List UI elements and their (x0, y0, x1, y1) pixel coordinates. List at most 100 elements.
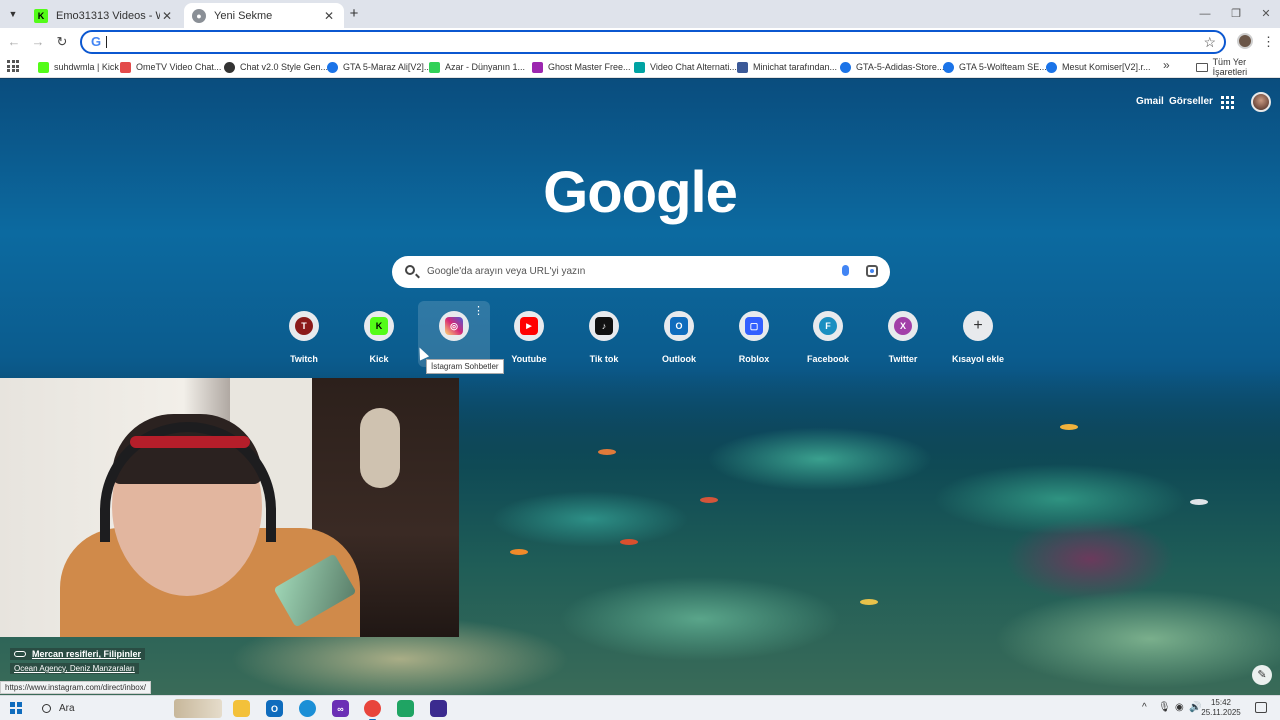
credit-title-row[interactable]: Mercan resifleri, Filipinler (10, 648, 146, 660)
link-icon (14, 651, 26, 657)
shortcut-icon-bg: T (289, 311, 319, 341)
gmail-link[interactable]: Gmail (1136, 96, 1164, 107)
shortcut-label: Kick (369, 354, 389, 364)
bookmark-item[interactable]: Mesut Komiser[V2].r... (1046, 59, 1151, 75)
profile-avatar-icon[interactable] (1237, 33, 1253, 49)
taskbar-clock[interactable]: 15:42 25.11.2025 (1200, 698, 1242, 718)
all-bookmarks-folder[interactable]: Tüm Yer İşaretleri (1196, 57, 1280, 77)
bookmark-item[interactable]: suhdwmla | Kick (38, 59, 119, 75)
restore-icon[interactable]: ❐ (1227, 5, 1245, 23)
tiktok-icon: ♪ (595, 317, 613, 335)
google-lens-icon[interactable] (866, 265, 878, 277)
shortcut-instagram[interactable]: ◎ ⋮ (418, 301, 490, 367)
bookmark-item[interactable]: Ghost Master Free... (532, 59, 631, 75)
shortcut-tiktok[interactable]: ♪ Tik tok (568, 301, 640, 367)
android-app-icon[interactable] (397, 700, 414, 717)
widgets-button[interactable] (174, 699, 222, 718)
shortcut-twitter[interactable]: X Twitter (867, 301, 939, 367)
bookmark-item[interactable]: Chat v2.0 Style Gen... (224, 59, 328, 75)
edge-icon[interactable] (299, 700, 316, 717)
tab-search-chevron-icon[interactable]: ▼ (4, 5, 22, 23)
chrome-icon: ● (192, 8, 206, 23)
tab-new-tab[interactable]: ● Yeni Sekme ✕ (184, 3, 344, 28)
chrome-icon[interactable] (364, 700, 381, 720)
shortcut-label: Roblox (738, 354, 770, 364)
globe-icon (224, 61, 235, 73)
video-icon (634, 61, 645, 73)
ometv-icon (120, 61, 131, 73)
bookmark-item[interactable]: GTA-5-Adidas-Store... (840, 59, 944, 75)
shortcut-more-icon[interactable]: ⋮ (473, 306, 484, 317)
headset-band (130, 436, 250, 448)
back-icon[interactable]: ← (5, 33, 23, 51)
network-icon[interactable]: ◉ (1175, 702, 1184, 714)
edge-icon (840, 61, 851, 73)
shortcut-label: Outlook (662, 354, 696, 364)
microphone-icon[interactable] (842, 265, 849, 276)
bookmarks-overflow-icon[interactable]: » (1163, 58, 1170, 72)
shortcut-label: Twitter (888, 354, 918, 364)
bookmark-item[interactable]: Video Chat Alternati... (634, 59, 737, 75)
bookmark-item[interactable]: Minichat tarafından... (737, 59, 837, 75)
shortcut-twitch[interactable]: T Twitch (268, 301, 340, 367)
menu-kebab-icon[interactable]: ⋮ (1262, 33, 1275, 51)
shortcut-icon-bg: O (664, 311, 694, 341)
images-link[interactable]: Görseller (1169, 96, 1213, 107)
reload-icon[interactable]: ↻ (53, 33, 71, 51)
notification-icon[interactable] (1255, 702, 1267, 713)
cam-doll (360, 408, 400, 488)
shortcut-icon-bg: + (963, 311, 993, 341)
shortcut-outlook[interactable]: O Outlook (643, 301, 715, 367)
roblox-icon: ▢ (745, 317, 763, 335)
fish (510, 549, 528, 555)
windows-start-icon[interactable] (10, 702, 22, 714)
shortcut-youtube[interactable]: ▶ Youtube (493, 301, 565, 367)
tab-kick[interactable]: K Emo31313 Videos - Watch On Kick ✕ (26, 3, 182, 28)
microphone-icon[interactable]: 🎙 (1158, 702, 1171, 714)
tray-chevron-icon[interactable]: ^ (1142, 702, 1147, 714)
new-tab-button[interactable]: + (346, 6, 362, 22)
close-icon[interactable]: ✕ (160, 9, 174, 23)
taskbar-search[interactable]: Ara (36, 699, 166, 718)
forward-icon[interactable]: → (29, 33, 47, 51)
account-avatar[interactable] (1251, 92, 1271, 112)
search-box[interactable]: Google'da arayın veya URL'yi yazın (392, 256, 890, 288)
background-credit[interactable]: Mercan resifleri, Filipinler Ocean Agenc… (10, 648, 146, 674)
shortcut-facebook[interactable]: F Facebook (792, 301, 864, 367)
fish (598, 449, 616, 455)
shortcut-kick[interactable]: K Kick (343, 301, 415, 367)
apps-grid-icon[interactable] (7, 60, 19, 72)
new-tab-page: Gmail Görseller Google Google'da arayın … (0, 79, 1280, 695)
bookmark-label: GTA-5-Adidas-Store... (856, 62, 945, 72)
bookmark-item[interactable]: GTA 5-Maraz Ali[V2]... (327, 59, 431, 75)
google-apps-icon[interactable] (1221, 96, 1234, 109)
bookmark-star-icon[interactable]: ☆ (1203, 33, 1216, 51)
edge-icon (943, 61, 954, 73)
obs-app-icon[interactable] (430, 700, 447, 717)
bookmark-label: OmeTV Video Chat... (136, 62, 222, 72)
shortcut-icon-bg: ▶ (514, 311, 544, 341)
minimize-icon[interactable]: — (1196, 5, 1214, 23)
add-shortcut-button[interactable]: + Kısayol ekle (942, 301, 1014, 367)
bookmark-item[interactable]: GTA 5-Wolfteam SE... (943, 59, 1047, 75)
file-explorer-icon[interactable] (233, 700, 250, 717)
credit-author[interactable]: Ocean Agency, Deniz Manzaraları (10, 663, 139, 674)
edge-icon (327, 61, 338, 73)
youtube-icon: ▶ (520, 317, 538, 335)
customize-pencil-icon[interactable]: ✎ (1252, 665, 1272, 685)
bookmark-item[interactable]: Azar - Dünyanın 1... (429, 59, 525, 75)
shortcut-roblox[interactable]: ▢ Roblox (718, 301, 790, 367)
lock-icon (532, 61, 543, 73)
bookmark-item[interactable]: OmeTV Video Chat... (120, 59, 221, 75)
credit-title[interactable]: Mercan resifleri, Filipinler (32, 649, 141, 659)
google-g-icon: G (90, 34, 102, 49)
address-bar[interactable]: G ☆ (80, 30, 1226, 54)
search-icon (405, 265, 415, 275)
close-window-icon[interactable]: ✕ (1257, 5, 1275, 23)
shortcut-icon-bg: K (364, 311, 394, 341)
azar-icon (429, 61, 440, 73)
close-icon[interactable]: ✕ (322, 9, 336, 23)
app-icon[interactable]: ∞ (332, 700, 349, 717)
outlook-icon[interactable]: O (266, 700, 283, 717)
shortcut-icon-bg: X (888, 311, 918, 341)
